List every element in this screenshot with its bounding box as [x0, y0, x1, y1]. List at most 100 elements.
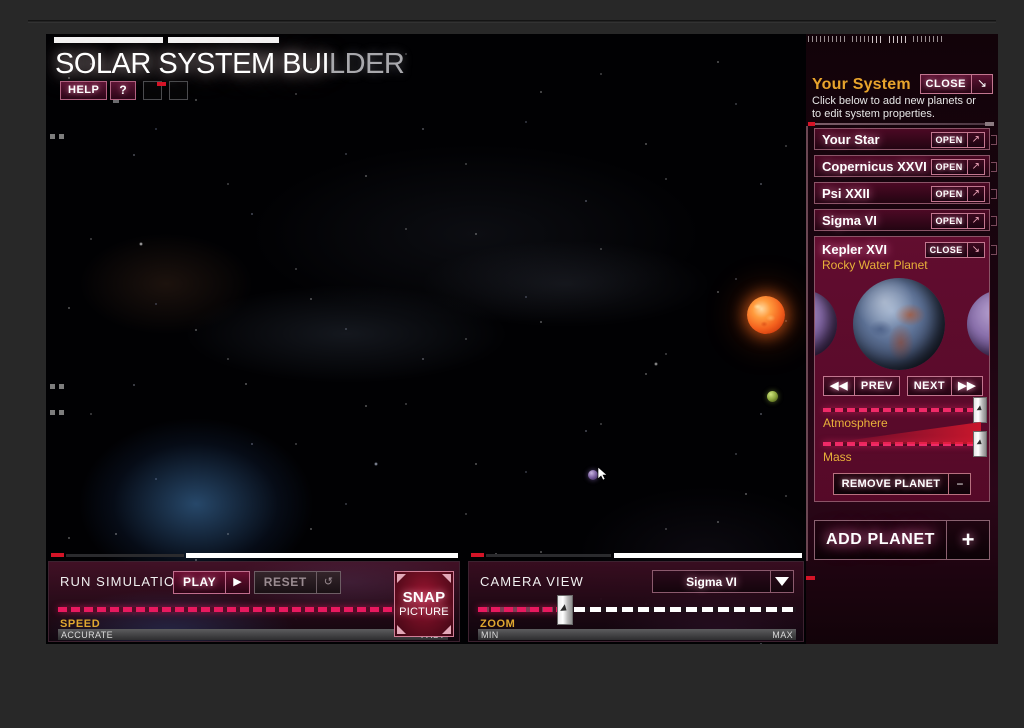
open-button[interactable]: OPEN ↗: [931, 132, 986, 148]
sidebar-close-label: CLOSE: [920, 74, 971, 94]
row-connector: [991, 135, 997, 145]
app-window: SOLAR SYSTEM BUILDER HELP ?: [46, 34, 998, 644]
simulation-buttons: PLAY ▶ RESET ↺: [173, 571, 341, 594]
zoom-slider-scale: MIN MAX: [478, 629, 796, 640]
planet-close-button[interactable]: CLOSE ↘: [925, 242, 985, 258]
atmosphere-slider-track[interactable]: [823, 408, 981, 412]
mass-slider-handle[interactable]: [973, 431, 987, 457]
plus-icon: +: [947, 521, 989, 559]
snap-picture-button[interactable]: SNAP PICTURE: [394, 571, 454, 637]
atmosphere-slider[interactable]: [823, 408, 981, 412]
planet-psi-xxii[interactable]: [767, 391, 778, 402]
top-divider: [28, 20, 996, 23]
reset-icon: ↺: [316, 571, 341, 594]
prev-arrow-icon: ◀◀: [823, 376, 854, 396]
sidebar-item-label: Your Star: [822, 132, 880, 147]
play-button[interactable]: PLAY ▶: [173, 571, 250, 594]
gray-marker: [113, 100, 119, 103]
system-sidebar: Your System Click below to add new plane…: [806, 34, 998, 644]
close-arrow-icon: ↘: [967, 242, 985, 258]
next-arrow-icon: ▶▶: [951, 376, 983, 396]
sidebar-divider: [808, 123, 994, 125]
app-title-dim: LDER: [329, 48, 404, 80]
play-button-label: PLAY: [173, 571, 225, 594]
planet-preview-current[interactable]: [853, 278, 945, 370]
red-marker: [157, 82, 166, 86]
play-icon: ▶: [225, 571, 249, 594]
sidebar-red-marker: [806, 576, 815, 580]
help-controls: HELP ?: [60, 81, 188, 100]
zoom-slider-handle[interactable]: [557, 595, 573, 625]
planet-carousel[interactable]: [815, 278, 989, 370]
open-arrow-icon: ↗: [967, 213, 985, 229]
sidebar-subtitle: Click below to add new planets or to edi…: [812, 95, 988, 121]
planet-preview-next[interactable]: [967, 290, 989, 358]
mass-slider-track[interactable]: [823, 442, 981, 446]
sidebar-item-label: Copernicus XXVI: [822, 159, 927, 174]
planet-close-label: CLOSE: [925, 242, 967, 258]
prev-planet-button[interactable]: ◀◀ PREV: [823, 376, 900, 396]
snap-corner-tl: [397, 574, 406, 583]
reset-button[interactable]: RESET ↺: [254, 571, 341, 594]
speed-slider-scale: ACCURATE FAST: [58, 629, 448, 640]
page-root: SOLAR SYSTEM BUILDER HELP ?: [0, 0, 1024, 728]
stage-edge-tick-2: [50, 376, 68, 394]
next-planet-button[interactable]: NEXT ▶▶: [907, 376, 983, 396]
row-connector: [991, 245, 997, 255]
sidebar-title: Your System: [812, 76, 911, 94]
atmosphere-slider-handle[interactable]: [973, 397, 987, 423]
star-icon[interactable]: [747, 296, 785, 334]
question-mark-icon[interactable]: ?: [110, 81, 135, 100]
planet-preview-prev[interactable]: [815, 290, 837, 358]
simulation-stage[interactable]: SOLAR SYSTEM BUILDER HELP ?: [46, 34, 806, 644]
remove-planet-row: REMOVE PLANET −: [815, 473, 989, 495]
add-planet-label: ADD PLANET: [815, 521, 947, 559]
open-arrow-icon: ↗: [967, 132, 985, 148]
remove-planet-button[interactable]: REMOVE PLANET −: [833, 473, 972, 495]
snap-corner-tr: [442, 574, 451, 583]
sidebar-close-button[interactable]: CLOSE ↘: [920, 74, 993, 94]
stage-edge-tick-1: [50, 126, 68, 144]
sidebar-tick-decoration: [808, 36, 988, 43]
zoom-slider[interactable]: [478, 607, 796, 612]
speed-slider-track[interactable]: [58, 607, 448, 612]
sidebar-item-copernicus-xxvi[interactable]: Copernicus XXVI OPEN ↗: [814, 155, 990, 177]
open-arrow-icon: ↗: [967, 159, 985, 175]
minus-icon: −: [948, 473, 971, 495]
open-arrow-icon: ↗: [967, 186, 985, 202]
help-button[interactable]: HELP: [60, 81, 107, 100]
mouse-cursor-icon: [597, 467, 611, 481]
chevron-down-icon[interactable]: [770, 570, 794, 593]
open-button[interactable]: OPEN ↗: [931, 186, 986, 202]
camera-view-label: CAMERA VIEW: [480, 574, 584, 589]
planet-type: Rocky Water Planet: [822, 258, 989, 272]
sidebar-item-label: Sigma VI: [822, 213, 877, 228]
snap-corner-bl: [397, 625, 406, 634]
speed-min-label: ACCURATE: [61, 630, 113, 640]
sidebar-item-psi-xxii[interactable]: Psi XXII OPEN ↗: [814, 182, 990, 204]
stage-edge-tick-3: [50, 402, 68, 420]
sidebar-item-label: Psi XXII: [822, 186, 870, 201]
snap-picture-line2: PICTURE: [399, 606, 449, 619]
sidebar-item-kepler-xvi-expanded: Kepler XVI Rocky Water Planet CLOSE ↘: [814, 236, 990, 502]
toolbar-slot-2[interactable]: [169, 81, 188, 100]
camera-target-select[interactable]: Sigma VI: [652, 570, 794, 593]
prev-button-label: PREV: [854, 376, 900, 396]
mass-slider[interactable]: [823, 442, 981, 446]
mass-slider-label: Mass: [823, 450, 989, 464]
speed-slider[interactable]: [58, 607, 448, 612]
sidebar-item-sigma-vi[interactable]: Sigma VI OPEN ↗: [814, 209, 990, 231]
remove-planet-label: REMOVE PLANET: [833, 473, 949, 495]
zoom-slider-track[interactable]: [478, 607, 796, 612]
snap-corner-br: [442, 625, 451, 634]
sidebar-left-rail: [806, 126, 808, 561]
open-button[interactable]: OPEN ↗: [931, 213, 986, 229]
add-planet-button[interactable]: ADD PLANET +: [814, 520, 990, 560]
open-button[interactable]: OPEN ↗: [931, 159, 986, 175]
planet-carousel-nav: ◀◀ PREV NEXT ▶▶: [815, 376, 989, 396]
sim-panel-top-bars: [49, 553, 459, 559]
row-connector: [991, 216, 997, 226]
run-simulation-label: RUN SIMULATION: [60, 574, 186, 589]
row-connector: [991, 189, 997, 199]
sidebar-item-your-star[interactable]: Your Star OPEN ↗: [814, 128, 990, 150]
